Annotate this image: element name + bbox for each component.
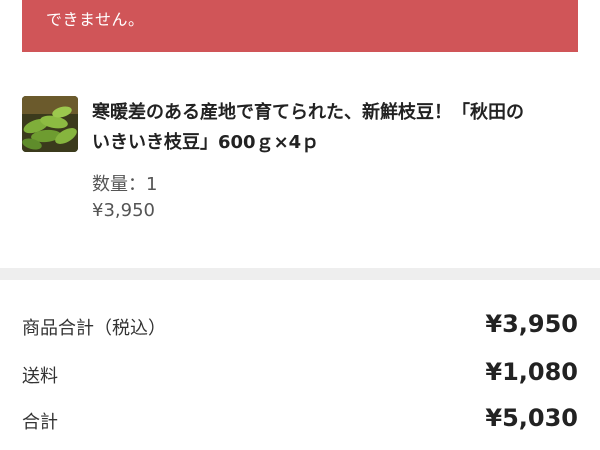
section-divider	[0, 268, 600, 280]
summary-row-shipping: 送料 ¥1,080	[22, 358, 578, 392]
shipping-label: 送料	[22, 366, 58, 387]
alert-text: できません。	[46, 10, 145, 29]
subtotal-label: 商品合計（税込）	[22, 318, 166, 339]
edamame-thumbnail-icon[interactable]	[22, 96, 78, 152]
product-title[interactable]: 寒暖差のある産地で育てられた、新鮮枝豆！「秋田の いきいき枝豆」600ｇ×4ｐ	[92, 98, 572, 158]
summary-row-total: 合計 ¥5,030	[22, 404, 578, 438]
shipping-value: ¥1,080	[485, 358, 578, 386]
product-title-line-1: 寒暖差のある産地で育てられた、新鮮枝豆！「秋田の	[92, 102, 524, 123]
total-value: ¥5,030	[485, 404, 578, 432]
product-title-line-2: いきいき枝豆」600ｇ×4ｐ	[92, 132, 320, 153]
total-label: 合計	[22, 412, 58, 433]
subtotal-value: ¥3,950	[485, 310, 578, 338]
summary-row-subtotal: 商品合計（税込） ¥3,950	[22, 310, 578, 344]
product-price: ¥3,950	[92, 200, 155, 221]
error-alert: できません。	[22, 0, 578, 52]
product-quantity: 数量：1	[92, 174, 158, 195]
